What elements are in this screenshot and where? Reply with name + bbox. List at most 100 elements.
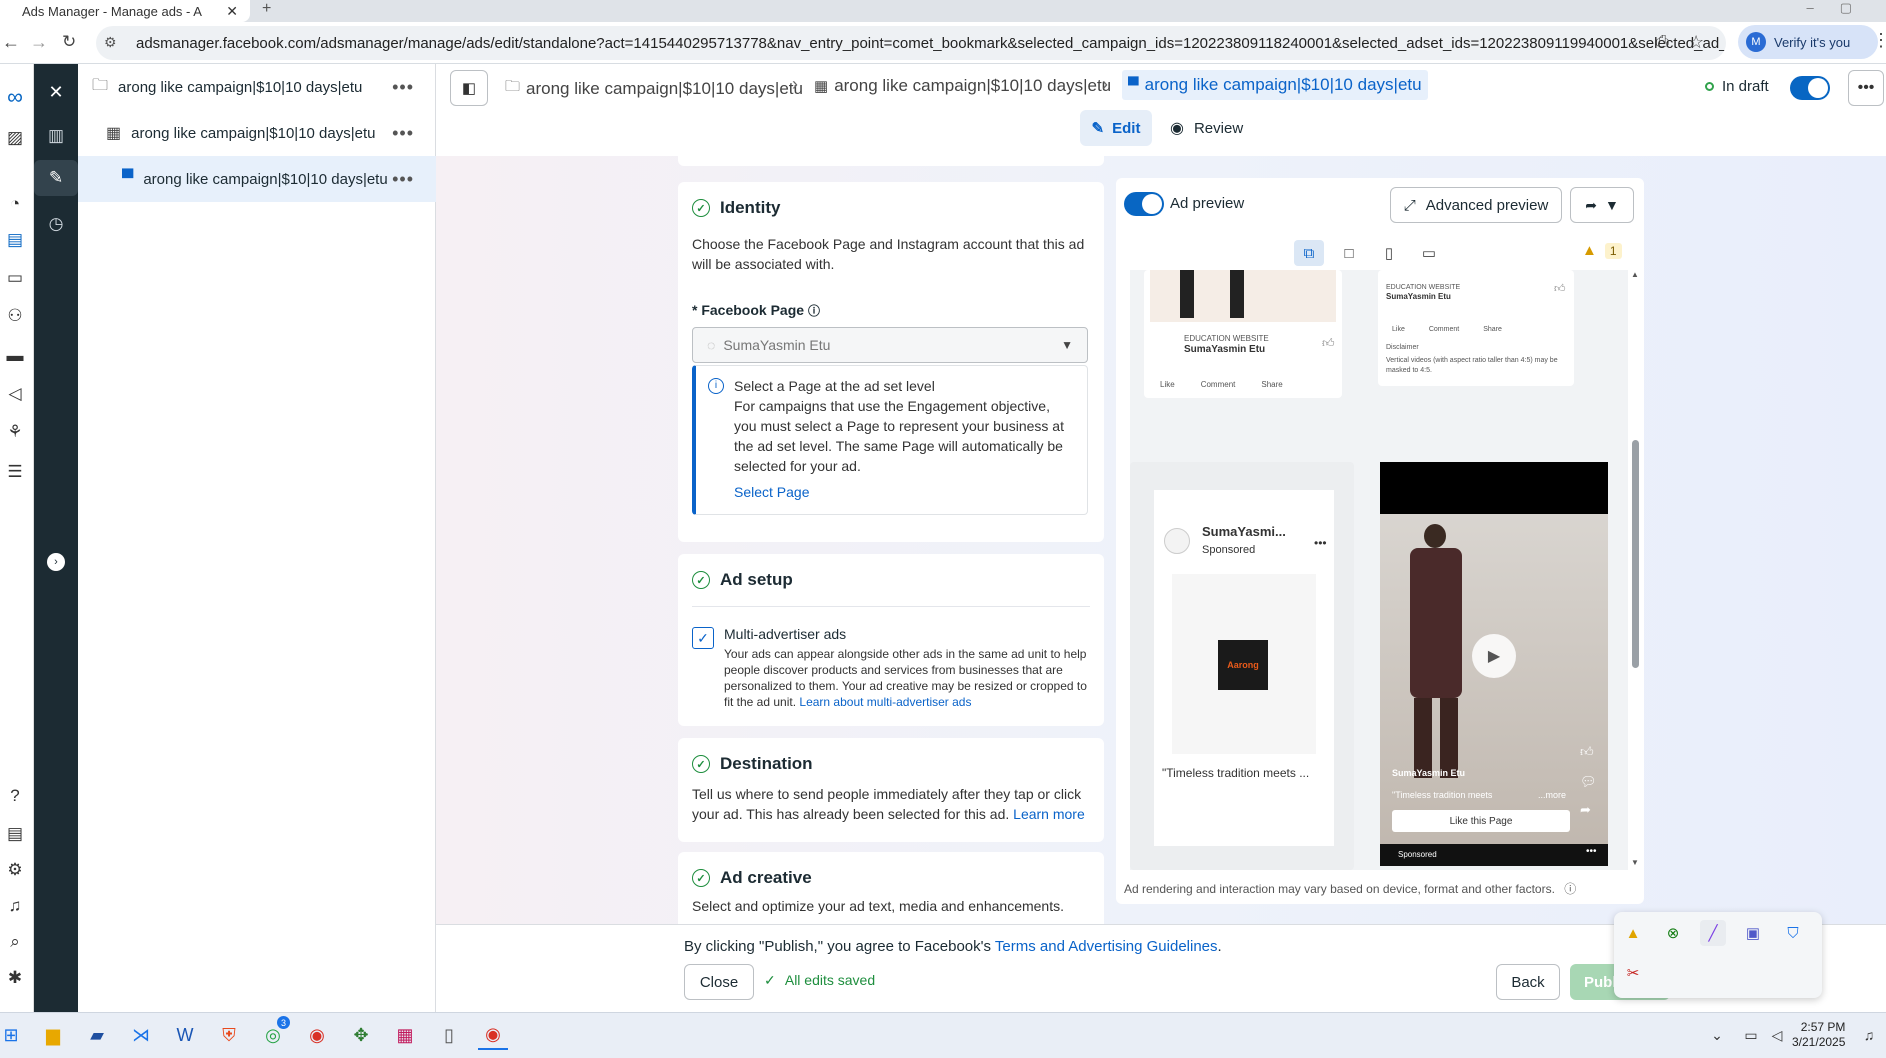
scrollbar-thumb[interactable] xyxy=(1632,440,1639,668)
campaign-icon[interactable]: ◁ xyxy=(0,384,30,404)
file-explorer-icon[interactable]: ▆ xyxy=(38,1020,68,1050)
pen-tool-icon[interactable]: ╱ xyxy=(1700,920,1726,946)
colorful-app-icon[interactable]: ▦ xyxy=(390,1020,420,1050)
teams-icon[interactable]: ▣ xyxy=(1740,920,1766,946)
all-tools-icon[interactable]: ☰ xyxy=(0,462,30,482)
install-app-icon[interactable]: ⎙ xyxy=(1656,33,1669,51)
expand-rail-icon[interactable]: › xyxy=(34,544,78,580)
share-preview-button[interactable]: ➦ ▼ xyxy=(1570,187,1634,223)
notification-bell-icon[interactable]: ♫ xyxy=(1854,1020,1884,1050)
breadcrumb-adset[interactable]: ▦ arong like campaign|$10|10 days|etu xyxy=(814,76,1111,96)
edit-pencil-icon[interactable]: ✎ xyxy=(34,160,78,196)
terms-link[interactable]: Terms and Advertising Guidelines xyxy=(995,938,1218,955)
chrome-active-icon[interactable]: ◉ xyxy=(478,1020,508,1050)
ads-manager-icon[interactable]: ▤ xyxy=(0,230,30,250)
ad-on-off-toggle[interactable] xyxy=(1790,76,1830,100)
tree-ad-row[interactable]: ▀ arong like campaign|$10|10 days|etu ••… xyxy=(78,156,436,202)
close-editor-icon[interactable]: ✕ xyxy=(34,74,78,110)
reel-more-icon[interactable]: ••• xyxy=(1586,846,1597,857)
preview-scrollbar[interactable]: ▲ ▼ xyxy=(1630,270,1640,870)
defender-shield-icon[interactable]: ⛉ xyxy=(1780,920,1806,946)
tree-campaign-row[interactable]: 🗀 arong like campaign|$10|10 days|etu ••… xyxy=(78,64,436,110)
select-page-link[interactable]: Select Page xyxy=(734,482,1073,502)
meta-logo-icon[interactable]: ∞ xyxy=(0,84,30,110)
system-tray-overflow: ▲ ⊗ ╱ ▣ ⛉ ✂ xyxy=(1614,912,1822,998)
events-icon[interactable]: ⚘ xyxy=(0,422,30,442)
taskbar-clock[interactable]: 2:57 PM 3/21/2025 xyxy=(1792,1020,1845,1050)
browser-tab[interactable]: Ads Manager - Manage ads - A ✕ xyxy=(0,0,250,22)
reload-icon[interactable]: ↻ xyxy=(62,32,76,52)
snipping-tool-icon[interactable]: ✂ xyxy=(1620,960,1646,986)
advanced-preview-button[interactable]: ⤢ Advanced preview xyxy=(1390,187,1562,223)
comment-label: Comment xyxy=(1428,326,1460,333)
profile-thumb-icon[interactable]: ▨ xyxy=(0,128,30,148)
audiences-icon[interactable]: ⚇ xyxy=(0,306,30,326)
warning-indicator[interactable]: ▲ 1 xyxy=(1582,242,1622,259)
billing-icon[interactable]: ▬ xyxy=(0,346,30,366)
tab-edit[interactable]: ✎ Edit xyxy=(1080,110,1152,146)
story-sponsored: Sponsored xyxy=(1202,544,1256,556)
brave-icon[interactable]: ⛨ xyxy=(214,1020,244,1050)
play-icon[interactable]: ▶ xyxy=(1472,634,1516,678)
word-icon[interactable]: W xyxy=(170,1020,200,1050)
square-format-icon[interactable]: □ xyxy=(1334,240,1364,266)
learn-multi-advertiser-link[interactable]: Learn about multi-advertiser ads xyxy=(799,695,971,709)
all-placements-icon[interactable]: ⧉ xyxy=(1294,240,1324,266)
settings-icon[interactable]: ⚙ xyxy=(0,860,30,880)
powershell-icon[interactable]: ▰ xyxy=(82,1020,112,1050)
verify-profile-button[interactable]: M Verify it's you xyxy=(1738,25,1878,59)
bookmark-star-icon[interactable]: ☆ xyxy=(1688,32,1704,53)
dashboard-icon[interactable]: ◔ xyxy=(0,194,30,214)
tree-adset-row[interactable]: ▦ arong like campaign|$10|10 days|etu ••… xyxy=(78,110,436,156)
close-button[interactable]: Close xyxy=(684,964,754,1000)
news-icon[interactable]: ▤ xyxy=(0,824,30,844)
header-more-icon[interactable]: ••• xyxy=(1848,70,1884,106)
horizontal-format-icon[interactable]: ▭ xyxy=(1414,240,1444,266)
bug-report-icon[interactable]: ✱ xyxy=(0,968,30,988)
address-bar[interactable]: adsmanager.facebook.com/adsmanager/manag… xyxy=(96,26,1726,60)
search-icon[interactable]: ⌕ xyxy=(0,932,30,952)
multi-advertiser-checkbox[interactable]: ✓ xyxy=(692,627,714,649)
reel-cta-button[interactable]: Like this Page xyxy=(1392,810,1570,832)
breadcrumb-ad[interactable]: ▀ arong like campaign|$10|10 days|etu xyxy=(1122,70,1428,100)
performance-chart-icon[interactable]: ▥ xyxy=(34,118,78,154)
notifications-icon[interactable]: ♫ xyxy=(0,896,30,916)
notepad-icon[interactable]: ▯ xyxy=(434,1020,464,1050)
reel-more-link[interactable]: ...more xyxy=(1538,790,1566,800)
destination-learn-more-link[interactable]: Learn more xyxy=(1013,806,1085,822)
xbox-icon[interactable]: ⊗ xyxy=(1660,920,1686,946)
vscode-icon[interactable]: ⋊ xyxy=(126,1020,156,1050)
forward-arrow-icon[interactable]: → xyxy=(30,32,48,53)
help-icon[interactable]: ? xyxy=(0,786,30,806)
facebook-page-select[interactable]: ◌ SumaYasmin Etu ▼ xyxy=(692,327,1088,363)
close-tab-icon[interactable]: ✕ xyxy=(226,3,238,20)
site-info-icon[interactable]: ⚙ xyxy=(104,34,117,51)
back-arrow-icon[interactable]: ← xyxy=(2,32,20,53)
new-tab-icon[interactable]: + xyxy=(262,0,271,18)
pages-icon[interactable]: ▭ xyxy=(0,268,30,288)
ad-more-icon[interactable]: ••• xyxy=(392,169,414,190)
volume-icon[interactable]: ◁ xyxy=(1762,1020,1792,1050)
adset-more-icon[interactable]: ••• xyxy=(392,123,414,144)
browser-menu-icon[interactable]: ⋮ xyxy=(1872,30,1886,51)
history-clock-icon[interactable]: ◷ xyxy=(34,206,78,242)
back-button[interactable]: Back xyxy=(1496,964,1560,1000)
window-controls[interactable]: –▢ xyxy=(1806,0,1878,16)
puzzle-app-icon[interactable]: ✥ xyxy=(346,1020,376,1050)
breadcrumb-campaign[interactable]: 🗀 arong like campaign|$10|10 days|etu xyxy=(505,76,803,101)
disclaimer-text: Vertical videos (with aspect ratio talle… xyxy=(1386,357,1558,374)
tab-review[interactable]: ◉ Review xyxy=(1170,110,1243,146)
info-icon[interactable]: ⓘ xyxy=(808,304,820,318)
tray-chevron-icon[interactable]: ⌄ xyxy=(1702,1020,1732,1050)
google-drive-icon[interactable]: ▲ xyxy=(1620,920,1646,946)
start-menu-icon[interactable]: ⊞ xyxy=(0,1020,26,1050)
story-more-icon[interactable]: ••• xyxy=(1314,536,1327,550)
toggle-panel-icon[interactable]: ◧ xyxy=(450,70,488,106)
clock-date: 3/21/2025 xyxy=(1792,1035,1846,1049)
whatsapp-icon[interactable]: ◎ 3 xyxy=(258,1016,290,1050)
campaign-more-icon[interactable]: ••• xyxy=(392,77,414,98)
chrome-icon[interactable]: ◉ xyxy=(302,1020,332,1050)
info-icon[interactable]: ⓘ xyxy=(1564,882,1576,896)
ad-preview-toggle[interactable] xyxy=(1124,192,1164,216)
vertical-format-icon[interactable]: ▯ xyxy=(1374,240,1404,266)
